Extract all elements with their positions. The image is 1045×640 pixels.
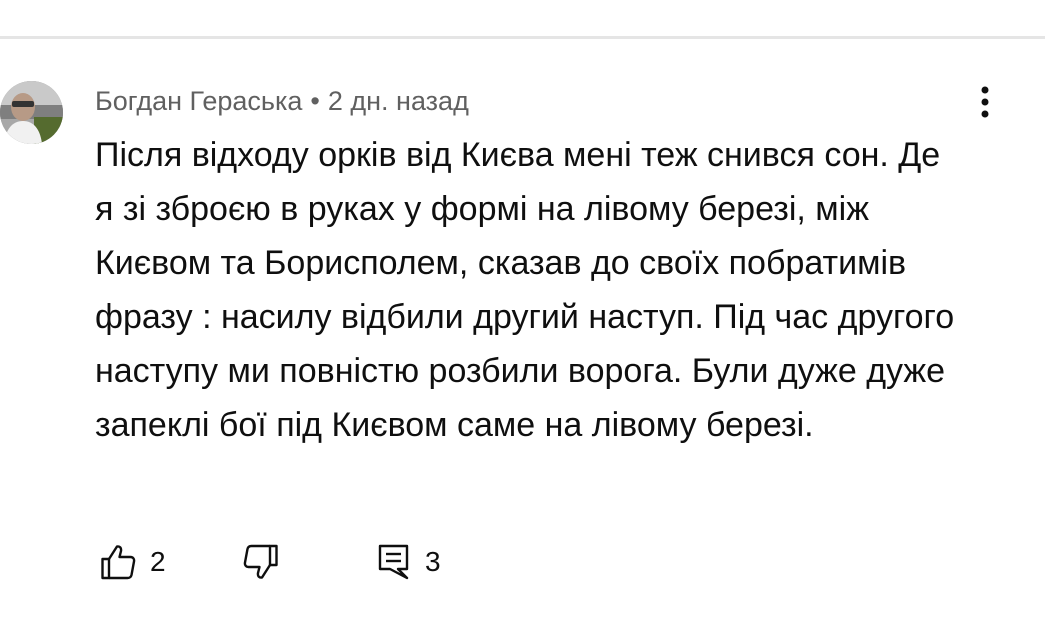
reply-count: 3 bbox=[425, 546, 441, 577]
avatar-image bbox=[0, 81, 63, 144]
meta-separator: • bbox=[310, 85, 320, 116]
comment-meta: Богдан Гераська • 2 дн. назад bbox=[95, 84, 469, 118]
reply-button[interactable]: 3 bbox=[377, 540, 441, 584]
comment-text: Після відходу орків від Києва мені теж с… bbox=[95, 136, 955, 444]
avatar[interactable] bbox=[0, 81, 63, 144]
like-button[interactable]: 2 bbox=[100, 540, 166, 584]
comment-timestamp[interactable]: 2 дн. назад bbox=[328, 86, 469, 117]
comment-icon bbox=[378, 544, 409, 580]
thumbs-down-icon bbox=[243, 544, 278, 579]
top-divider bbox=[0, 36, 1045, 39]
more-options-button[interactable] bbox=[966, 82, 1004, 122]
author-name[interactable]: Богдан Гераська bbox=[95, 86, 302, 117]
dislike-button[interactable] bbox=[243, 540, 279, 584]
like-count: 2 bbox=[150, 546, 166, 577]
thumbs-up-icon bbox=[101, 545, 136, 580]
more-vertical-icon bbox=[981, 86, 989, 118]
